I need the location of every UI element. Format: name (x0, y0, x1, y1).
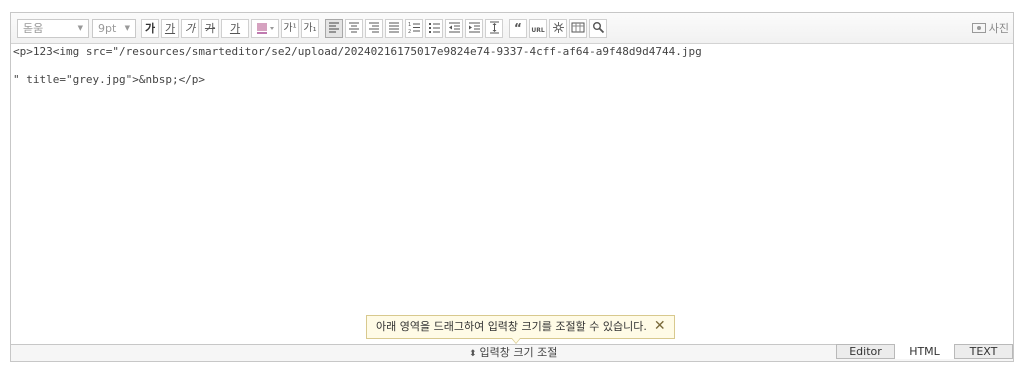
ordered-list-button[interactable]: 1 2 (405, 19, 423, 38)
url-label: URL (531, 27, 545, 34)
editor-toolbar: 돋움 ▼ 9pt ▼ 가 가 가 가 가 가¹ 가₁ 1 2 “ URL 사진 (11, 13, 1013, 44)
font-family-value: 돋움 (23, 22, 44, 35)
vertical-scrollbar[interactable] (999, 44, 1013, 344)
photo-button[interactable]: 사진 (971, 19, 1009, 38)
table-button[interactable] (569, 19, 587, 38)
resize-hint-tooltip: 아래 영역을 드래그하여 입력창 크기를 조절할 수 있습니다. ✕ (366, 315, 675, 344)
strikethrough-button[interactable]: 가 (201, 19, 219, 38)
justify-button[interactable] (385, 19, 403, 38)
highlighter-icon (257, 23, 274, 34)
bold-button[interactable]: 가 (141, 19, 159, 38)
font-color-button[interactable]: 가 (221, 19, 249, 38)
outdent-icon (448, 22, 460, 33)
resize-label: 입력창 크기 조절 (479, 346, 558, 359)
source-line: " title="grey.jpg">&nbsp;</p> (13, 73, 206, 86)
background-color-button[interactable] (251, 19, 279, 38)
font-family-select[interactable]: 돋움 ▼ (17, 19, 89, 38)
smart-editor: 돋움 ▼ 9pt ▼ 가 가 가 가 가 가¹ 가₁ 1 2 “ URL 사진 … (10, 12, 1014, 362)
svg-text:2: 2 (408, 29, 411, 34)
html-source-textarea[interactable]: <p>123<img src="/resources/smarteditor/s… (12, 44, 1002, 344)
search-icon (592, 22, 604, 34)
align-right-icon (369, 22, 379, 33)
special-char-button[interactable] (549, 19, 567, 38)
photo-label: 사진 (988, 22, 1009, 35)
chevron-down-icon: ▼ (124, 24, 130, 32)
line-height-button[interactable] (485, 19, 503, 38)
resize-hint-text: 아래 영역을 드래그하여 입력창 크기를 조절할 수 있습니다. (376, 320, 647, 333)
url-button[interactable]: URL (529, 19, 547, 38)
indent-button[interactable] (465, 19, 483, 38)
unordered-list-button[interactable] (425, 19, 443, 38)
special-character-icon (552, 22, 564, 33)
editor-bottom-bar: ⬍ 입력창 크기 조절 Editor HTML TEXT (11, 344, 1013, 361)
table-icon (571, 22, 585, 33)
svg-text:1: 1 (408, 22, 411, 28)
source-line: <p>123<img src="/resources/smarteditor/s… (13, 45, 702, 58)
close-icon[interactable]: ✕ (654, 316, 666, 336)
tooltip-arrow-fill (512, 338, 520, 343)
align-left-button[interactable] (325, 19, 343, 38)
ordered-list-icon: 1 2 (408, 22, 420, 34)
bullet-list-icon (428, 23, 440, 33)
resize-updown-icon: ⬍ (469, 349, 477, 359)
font-size-value: 9pt (98, 22, 117, 35)
italic-button[interactable]: 가 (181, 19, 199, 38)
resize-handle[interactable]: ⬍ 입력창 크기 조절 (469, 346, 557, 361)
outdent-button[interactable] (445, 19, 463, 38)
underline-button[interactable]: 가 (161, 19, 179, 38)
camera-icon (971, 23, 986, 33)
mode-tab-text[interactable]: TEXT (954, 344, 1013, 359)
chevron-down-icon: ▼ (77, 24, 83, 32)
align-right-button[interactable] (365, 19, 383, 38)
mode-tab-html[interactable]: HTML (895, 344, 954, 359)
align-center-button[interactable] (345, 19, 363, 38)
mode-tab-editor[interactable]: Editor (836, 344, 895, 359)
indent-icon (468, 22, 480, 33)
find-replace-button[interactable] (589, 19, 607, 38)
superscript-button[interactable]: 가¹ (281, 19, 299, 38)
line-height-icon (489, 21, 499, 34)
subscript-button[interactable]: 가₁ (301, 19, 319, 38)
quote-button[interactable]: “ (509, 19, 527, 38)
align-justify-icon (389, 22, 399, 33)
font-size-select[interactable]: 9pt ▼ (92, 19, 136, 38)
align-center-icon (349, 22, 359, 33)
align-left-icon (329, 22, 339, 33)
